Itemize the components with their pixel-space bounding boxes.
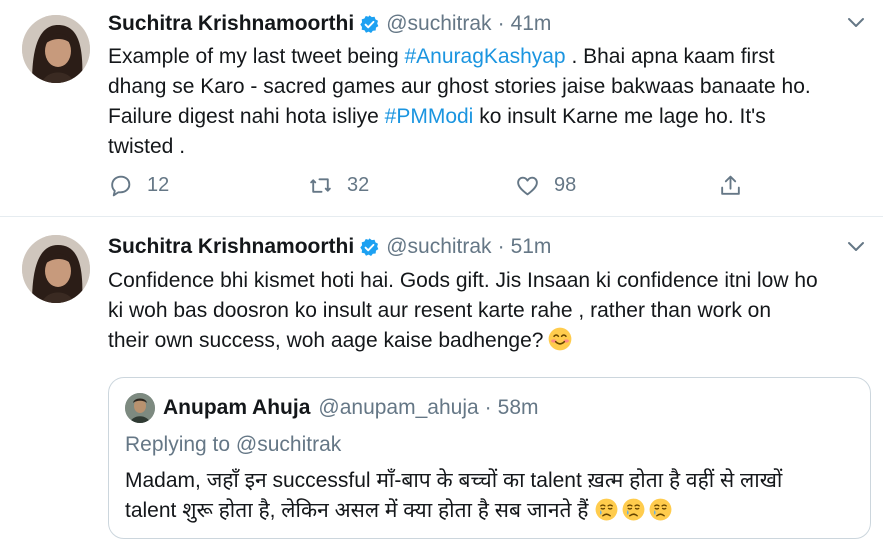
tweet-header: Suchitra Krishnamoorthi @suchitrak · 51m bbox=[108, 232, 551, 262]
tweet-text: Confidence bhi kismet hoti hai. Gods gif… bbox=[108, 266, 868, 356]
caret-down-icon[interactable] bbox=[847, 241, 865, 253]
share-button[interactable] bbox=[718, 170, 743, 200]
retweet-button[interactable]: 32 bbox=[308, 170, 369, 200]
like-button[interactable]: 98 bbox=[515, 170, 576, 200]
reply-icon bbox=[111, 175, 131, 196]
text-line: twisted . bbox=[108, 135, 186, 158]
verified-badge-icon bbox=[360, 237, 379, 256]
share-icon bbox=[721, 175, 740, 195]
text-line: Madam, जहाँ इन successful माँ-बाप के बच्… bbox=[125, 469, 783, 492]
tweet-actions: 12 32 98 bbox=[108, 170, 748, 200]
like-icon bbox=[517, 176, 538, 195]
tweet-text: Example of my last tweet being #AnuragKa… bbox=[108, 42, 868, 162]
reply-count: 12 bbox=[147, 173, 170, 196]
retweet-count: 32 bbox=[347, 173, 370, 196]
hashtag-link[interactable]: #AnuragKashyap bbox=[404, 45, 565, 68]
author-name[interactable]: Suchitra Krishnamoorthi bbox=[108, 235, 354, 259]
reply-button[interactable]: 12 bbox=[108, 170, 169, 200]
like-count: 98 bbox=[554, 173, 577, 196]
quoted-timestamp[interactable]: 58m bbox=[498, 396, 539, 420]
avatar[interactable] bbox=[22, 235, 90, 303]
timestamp[interactable]: 51m bbox=[511, 235, 552, 259]
timestamp[interactable]: 41m bbox=[511, 12, 552, 36]
tweet-header: Suchitra Krishnamoorthi @suchitrak · 41m bbox=[108, 9, 551, 39]
author-handle[interactable]: @suchitrak bbox=[386, 235, 491, 259]
caret-down-icon[interactable] bbox=[847, 17, 865, 29]
text-line: dhang se Karo - sacred games aur ghost s… bbox=[108, 75, 811, 98]
separator-dot: · bbox=[497, 235, 505, 258]
quoted-tweet[interactable]: Anupam Ahuja @anupam_ahuja · 58m Replyin… bbox=[108, 377, 871, 539]
crying-emoji-icon bbox=[596, 498, 618, 521]
text-line: Example of my last tweet being #AnuragKa… bbox=[108, 45, 775, 68]
quoted-author-handle[interactable]: @anupam_ahuja bbox=[318, 396, 478, 420]
verified-badge-icon bbox=[360, 14, 379, 33]
hashtag-link[interactable]: #PMModi bbox=[385, 105, 474, 128]
text-line: Failure digest nahi hota isliye #PMModi … bbox=[108, 105, 766, 128]
quoted-avatar[interactable] bbox=[125, 393, 155, 423]
replying-to[interactable]: Replying to @suchitrak bbox=[125, 433, 341, 457]
tweet[interactable]: Suchitra Krishnamoorthi @suchitrak · 51m… bbox=[0, 217, 883, 547]
tweet[interactable]: Suchitra Krishnamoorthi @suchitrak · 41m… bbox=[0, 0, 883, 217]
text-line: their own success, woh aage kaise badhen… bbox=[108, 326, 868, 356]
quoted-author-name[interactable]: Anupam Ahuja bbox=[163, 396, 310, 420]
crying-emoji-icon bbox=[623, 498, 645, 521]
separator-dot: · bbox=[497, 12, 505, 35]
author-handle[interactable]: @suchitrak bbox=[386, 12, 491, 36]
quoted-text: Madam, जहाँ इन successful माँ-बाप के बच्… bbox=[125, 466, 782, 526]
retweet-icon bbox=[310, 177, 331, 193]
quoted-header: Anupam Ahuja @anupam_ahuja · 58m bbox=[163, 392, 539, 424]
avatar[interactable] bbox=[22, 15, 90, 83]
text-line: Confidence bhi kismet hoti hai. Gods gif… bbox=[108, 269, 818, 292]
text-line: ki woh bas doosron ko insult aur resent … bbox=[108, 299, 772, 322]
crying-emoji-icon bbox=[650, 498, 672, 521]
separator-dot: · bbox=[484, 396, 492, 419]
text-line: talent शुरू होता है, लेकिन असल में क्या … bbox=[125, 496, 782, 526]
smiling-emoji-icon bbox=[549, 327, 572, 351]
author-name[interactable]: Suchitra Krishnamoorthi bbox=[108, 12, 354, 36]
